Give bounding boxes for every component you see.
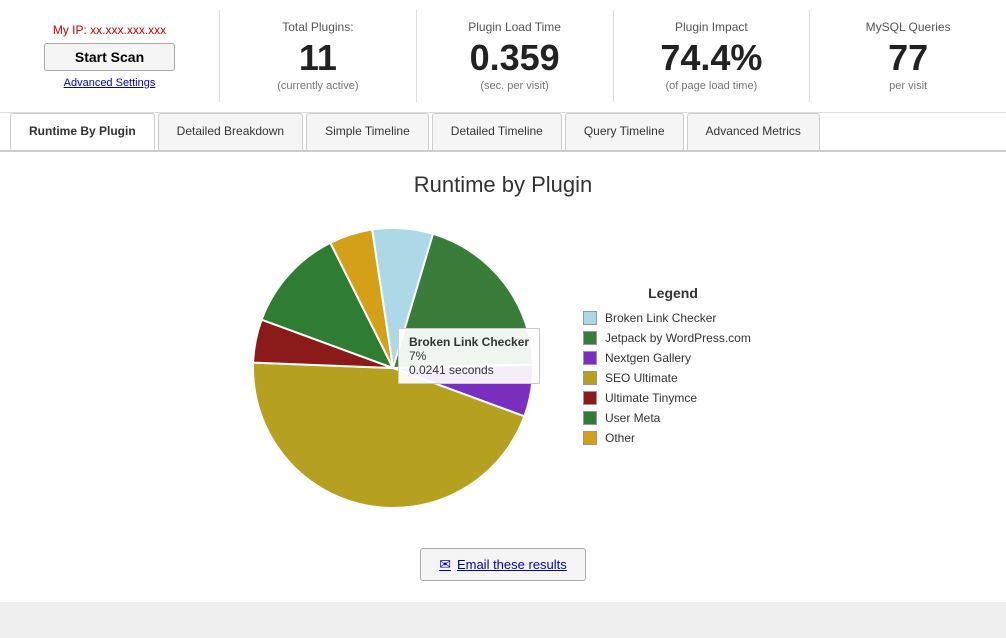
legend-swatch-4 (583, 391, 597, 405)
legend-label-5: User Meta (605, 411, 660, 425)
stat-sub-2: (of page load time) (666, 80, 758, 92)
stat-value-1: 0.359 (470, 38, 560, 78)
legend-item-2: Nextgen Gallery (583, 351, 763, 365)
stat-box-3: MySQL Queries 77 per visit (810, 10, 1006, 102)
stat-value-3: 77 (888, 38, 928, 78)
main-content: Runtime by Plugin Broken Link Checker 7%… (0, 152, 1006, 602)
legend-swatch-0 (583, 311, 597, 325)
stat-box-0: Total Plugins: 11 (currently active) (220, 10, 417, 102)
tab-query-timeline[interactable]: Query Timeline (565, 113, 684, 150)
legend-label-6: Other (605, 431, 635, 445)
top-bar: My IP: xx.xxx.xxx.xxx Start Scan Advance… (0, 0, 1006, 113)
tab-detailed-timeline[interactable]: Detailed Timeline (432, 113, 562, 150)
email-label: Email these results (457, 557, 567, 572)
pie-chart (243, 218, 543, 518)
legend-label-3: SEO Ultimate (605, 371, 678, 385)
legend-swatch-5 (583, 411, 597, 425)
legend-label-2: Nextgen Gallery (605, 351, 691, 365)
tabs-bar: Runtime By PluginDetailed BreakdownSimpl… (0, 113, 1006, 152)
legend-item-0: Broken Link Checker (583, 311, 763, 325)
tab-advanced-metrics[interactable]: Advanced Metrics (687, 113, 820, 150)
legend-item-4: Ultimate Tinymce (583, 391, 763, 405)
legend-swatch-3 (583, 371, 597, 385)
stat-box-2: Plugin Impact 74.4% (of page load time) (614, 10, 811, 102)
legend-swatch-1 (583, 331, 597, 345)
stat-sub-0: (currently active) (277, 80, 358, 92)
tab-detailed-breakdown[interactable]: Detailed Breakdown (158, 113, 303, 150)
stat-sub-3: per visit (889, 80, 927, 92)
chart-title: Runtime by Plugin (20, 172, 986, 198)
email-icon: ✉ (439, 556, 451, 573)
legend-label-1: Jetpack by WordPress.com (605, 331, 751, 345)
my-ip-box: My IP: xx.xxx.xxx.xxx Start Scan Advance… (0, 10, 220, 102)
stat-value-0: 11 (299, 38, 337, 78)
tab-runtime-by-plugin[interactable]: Runtime By Plugin (10, 113, 155, 150)
stat-value-2: 74.4% (660, 38, 762, 78)
legend-item-6: Other (583, 431, 763, 445)
stat-label-1: Plugin Load Time (468, 20, 561, 34)
legend-swatch-6 (583, 431, 597, 445)
my-ip-label: My IP: xx.xxx.xxx.xxx (53, 23, 166, 37)
start-scan-button[interactable]: Start Scan (44, 43, 175, 71)
legend-items: Broken Link Checker Jetpack by WordPress… (583, 311, 763, 445)
legend-item-1: Jetpack by WordPress.com (583, 331, 763, 345)
legend-label-0: Broken Link Checker (605, 311, 716, 325)
stat-label-0: Total Plugins: (282, 20, 353, 34)
stat-sub-1: (sec. per visit) (480, 80, 548, 92)
tab-simple-timeline[interactable]: Simple Timeline (306, 113, 429, 150)
chart-area: Broken Link Checker 7% 0.0241 seconds Le… (20, 218, 986, 518)
stat-box-1: Plugin Load Time 0.359 (sec. per visit) (417, 10, 614, 102)
email-btn-row: ✉ Email these results (20, 548, 986, 581)
advanced-settings-link[interactable]: Advanced Settings (64, 77, 156, 89)
stat-label-3: MySQL Queries (866, 20, 951, 34)
legend-label-4: Ultimate Tinymce (605, 391, 697, 405)
legend-item-3: SEO Ultimate (583, 371, 763, 385)
stat-label-2: Plugin Impact (675, 20, 748, 34)
legend-title: Legend (583, 285, 763, 301)
email-button[interactable]: ✉ Email these results (420, 548, 586, 581)
legend-item-5: User Meta (583, 411, 763, 425)
legend: Legend Broken Link Checker Jetpack by Wo… (583, 285, 763, 451)
legend-swatch-2 (583, 351, 597, 365)
pie-container: Broken Link Checker 7% 0.0241 seconds (243, 218, 543, 518)
